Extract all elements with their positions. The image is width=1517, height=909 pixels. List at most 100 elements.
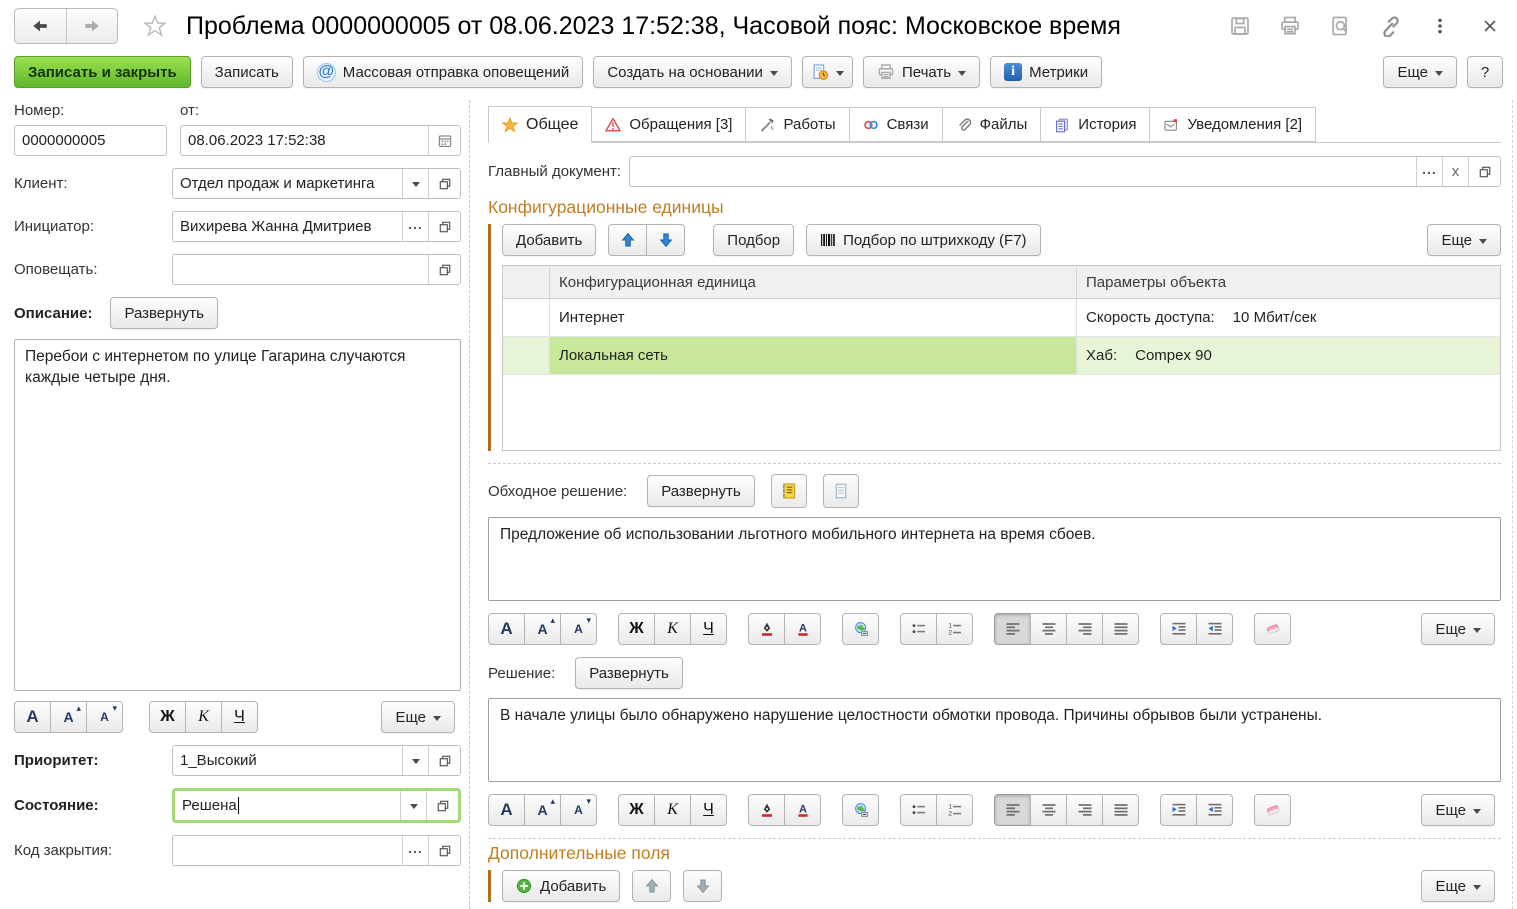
font-button[interactable]: A xyxy=(14,701,51,733)
numbered-list-button[interactable] xyxy=(936,794,973,826)
tab-general[interactable]: Общее xyxy=(488,106,592,143)
workaround-more-button[interactable]: Еще xyxy=(1421,613,1495,645)
description-textarea[interactable]: Перебои с интернетом по улице Гагарина с… xyxy=(14,339,461,691)
align-left-button[interactable] xyxy=(994,794,1031,826)
highlight-color-button[interactable] xyxy=(748,613,785,645)
save-and-close-button[interactable]: Записать и закрыть xyxy=(14,56,191,88)
align-justify-button[interactable] xyxy=(1102,613,1139,645)
close-icon[interactable] xyxy=(1477,13,1503,39)
select-ellipsis-button[interactable]: ... xyxy=(402,212,428,241)
select-ellipsis-button[interactable]: ... xyxy=(1416,157,1442,186)
font-increase-button[interactable]: A▴ xyxy=(524,613,561,645)
table-row-selected[interactable]: Локальная сеть Хаб: Compex 90 xyxy=(503,337,1500,375)
metrics-button[interactable]: iМетрики xyxy=(990,56,1102,88)
indent-increase-button[interactable] xyxy=(1160,794,1197,826)
column-header-params[interactable]: Параметры объекта xyxy=(1077,266,1500,298)
main-document-field[interactable]: ... x xyxy=(629,156,1501,187)
move-up-button[interactable] xyxy=(632,870,671,902)
bold-button[interactable]: Ж xyxy=(618,794,655,826)
insert-link-button[interactable] xyxy=(842,613,879,645)
indent-increase-button[interactable] xyxy=(1160,613,1197,645)
help-button[interactable]: ? xyxy=(1467,56,1503,88)
insert-link-button[interactable] xyxy=(842,794,879,826)
bullet-list-button[interactable] xyxy=(900,794,937,826)
description-expand-button[interactable]: Развернуть xyxy=(110,297,218,329)
add-unit-button[interactable]: Добавить xyxy=(502,224,596,256)
forward-button[interactable] xyxy=(66,9,118,43)
font-button[interactable]: A xyxy=(488,794,525,826)
client-field[interactable]: Отдел продаж и маркетинга xyxy=(172,168,461,199)
print-icon[interactable] xyxy=(1277,13,1303,39)
tab-files[interactable]: Файлы xyxy=(942,107,1042,142)
italic-button[interactable]: К xyxy=(654,613,691,645)
preview-icon[interactable] xyxy=(1327,13,1353,39)
tab-links[interactable]: Связи xyxy=(849,107,943,142)
clear-format-button[interactable] xyxy=(1254,613,1291,645)
pick-button[interactable]: Подбор xyxy=(713,224,794,256)
font-button[interactable]: A xyxy=(488,613,525,645)
clear-format-button[interactable] xyxy=(1254,794,1291,826)
font-decrease-button[interactable]: A▾ xyxy=(560,613,597,645)
highlight-color-button[interactable] xyxy=(748,794,785,826)
notify-field[interactable] xyxy=(172,254,461,285)
align-left-button[interactable] xyxy=(994,613,1031,645)
initiator-field[interactable]: Вихирева Жанна Дмитриев ... xyxy=(172,211,461,242)
underline-button[interactable]: Ч xyxy=(221,701,258,733)
table-row[interactable]: Интернет Скорость доступа: 10 Мбит/сек xyxy=(503,299,1500,337)
dropdown-arrow-icon[interactable] xyxy=(402,169,428,198)
back-button[interactable] xyxy=(15,9,66,43)
italic-button[interactable]: К xyxy=(185,701,222,733)
plain-text-button[interactable] xyxy=(823,474,859,508)
align-right-button[interactable] xyxy=(1066,794,1103,826)
bullet-list-button[interactable] xyxy=(900,613,937,645)
clear-button[interactable]: x xyxy=(1442,157,1468,186)
more-button[interactable]: Еще xyxy=(1383,56,1457,88)
open-icon[interactable] xyxy=(428,746,460,775)
tab-history[interactable]: История xyxy=(1040,107,1150,142)
description-more-button[interactable]: Еще xyxy=(381,701,455,733)
font-increase-button[interactable]: A▴ xyxy=(524,794,561,826)
font-decrease-button[interactable]: A▾ xyxy=(560,794,597,826)
bold-button[interactable]: Ж xyxy=(149,701,186,733)
move-down-button[interactable] xyxy=(683,870,722,902)
workaround-textarea[interactable]: Предложение об использовании льготного м… xyxy=(488,517,1501,601)
align-justify-button[interactable] xyxy=(1102,794,1139,826)
align-right-button[interactable] xyxy=(1066,613,1103,645)
move-up-button[interactable] xyxy=(608,224,647,256)
move-down-button[interactable] xyxy=(646,224,685,256)
calendar-icon[interactable] xyxy=(428,126,460,155)
dropdown-arrow-icon[interactable] xyxy=(402,746,428,775)
solution-textarea[interactable]: В начале улицы было обнаружено нарушение… xyxy=(488,698,1501,782)
font-increase-button[interactable]: A▴ xyxy=(50,701,87,733)
open-icon[interactable] xyxy=(1468,157,1500,186)
print-menu-button[interactable]: Печать xyxy=(863,56,980,88)
insert-template-button[interactable] xyxy=(771,474,807,508)
close-code-field[interactable]: ... xyxy=(172,835,461,866)
open-icon[interactable] xyxy=(428,169,460,198)
priority-field[interactable]: 1_Высокий xyxy=(172,745,461,776)
date-field[interactable]: 08.06.2023 17:52:38 xyxy=(180,125,461,156)
barcode-pick-button[interactable]: Подбор по штрихкоду (F7) xyxy=(806,224,1040,256)
open-icon[interactable] xyxy=(428,255,460,284)
get-link-icon[interactable] xyxy=(1377,13,1403,39)
font-decrease-button[interactable]: A▾ xyxy=(86,701,123,733)
create-based-on-button[interactable]: Создать на основании xyxy=(593,56,792,88)
tab-works[interactable]: Работы xyxy=(745,107,849,142)
indent-decrease-button[interactable] xyxy=(1196,794,1233,826)
column-header-unit[interactable]: Конфигурационная единица xyxy=(550,266,1077,298)
tab-notifications[interactable]: Уведомления [2] xyxy=(1149,107,1316,142)
align-center-button[interactable] xyxy=(1030,613,1067,645)
open-icon[interactable] xyxy=(428,212,460,241)
create-doc-button[interactable] xyxy=(802,56,853,88)
number-field[interactable]: 0000000005 xyxy=(14,125,167,156)
save-button[interactable]: Записать xyxy=(201,56,293,88)
save-icon[interactable] xyxy=(1227,13,1253,39)
mass-notify-button[interactable]: @Массовая отправка оповещений xyxy=(303,56,584,88)
more-vertical-icon[interactable] xyxy=(1427,13,1453,39)
open-icon[interactable] xyxy=(428,836,460,865)
bold-button[interactable]: Ж xyxy=(618,613,655,645)
tab-requests[interactable]: Обращения [3] xyxy=(591,107,746,142)
indent-decrease-button[interactable] xyxy=(1196,613,1233,645)
solution-expand-button[interactable]: Развернуть xyxy=(575,657,683,689)
config-units-more-button[interactable]: Еще xyxy=(1427,224,1501,256)
